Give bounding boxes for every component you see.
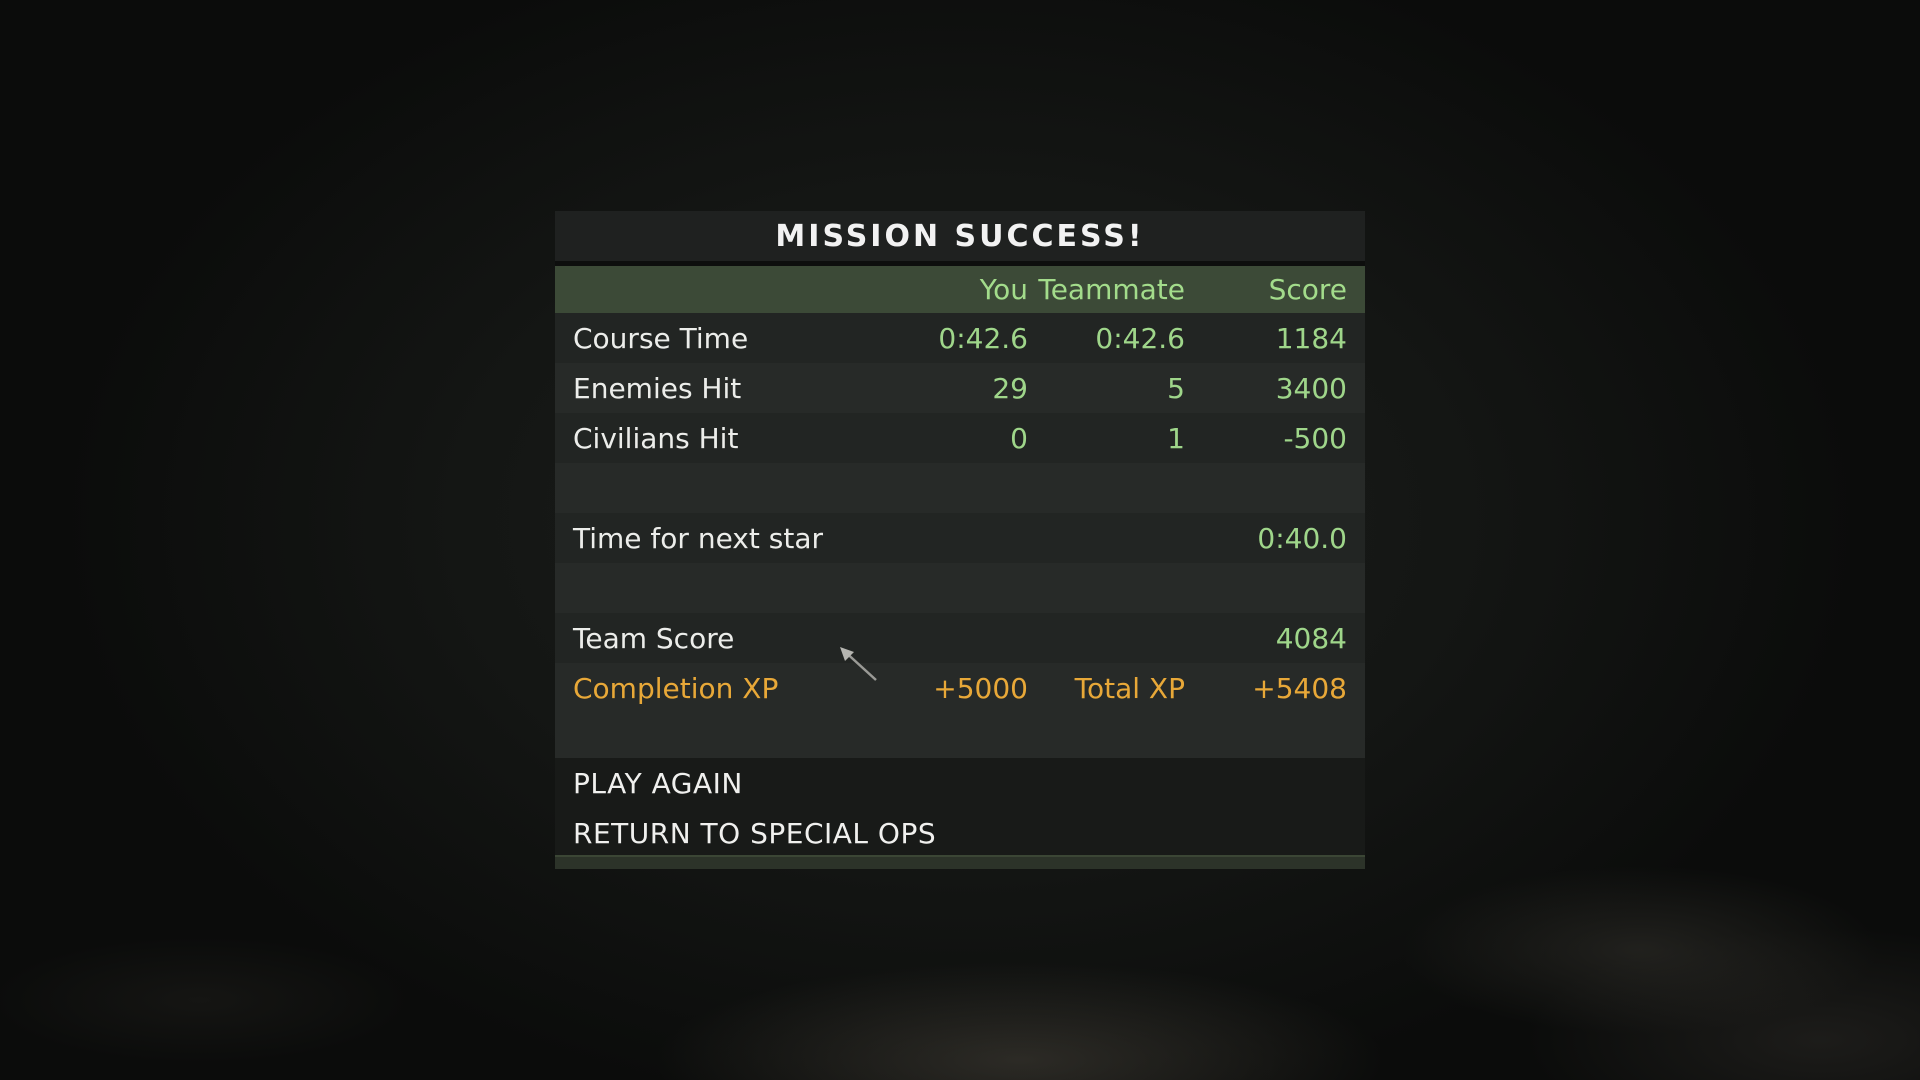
title-bar: MISSION SUCCESS! [555, 211, 1365, 266]
column-header-score: Score [1268, 273, 1347, 306]
completion-xp-label: Completion XP [573, 671, 779, 705]
return-to-special-ops-button[interactable]: RETURN TO SPECIAL OPS [555, 808, 1365, 858]
spacer-row [555, 463, 1365, 513]
dialog-title: MISSION SUCCESS! [775, 218, 1145, 254]
total-xp-label: Total XP [1074, 671, 1185, 705]
stat-value-you: 0 [1010, 421, 1028, 455]
stat-value-teammate: 0:42.6 [1095, 321, 1185, 355]
stat-row-course-time: Course Time 0:42.6 0:42.6 1184 [555, 313, 1365, 363]
play-again-button[interactable]: PLAY AGAIN [555, 758, 1365, 808]
stat-value-you: 0:42.6 [938, 321, 1028, 355]
next-star-value: 0:40.0 [1257, 521, 1347, 555]
team-score-value: 4084 [1275, 621, 1347, 655]
spacer-row [555, 563, 1365, 613]
stat-value-score: 3400 [1275, 371, 1347, 405]
column-header-teammate: Teammate [1038, 273, 1185, 306]
pointer-arrow-icon [840, 647, 877, 681]
return-to-special-ops-label: RETURN TO SPECIAL OPS [573, 816, 937, 850]
next-star-row: Time for next star 0:40.0 [555, 513, 1365, 563]
play-again-label: PLAY AGAIN [573, 766, 743, 800]
stat-label: Enemies Hit [573, 371, 742, 405]
stat-row-enemies-hit: Enemies Hit 29 5 3400 [555, 363, 1365, 413]
stat-row-civilians-hit: Civilians Hit 0 1 -500 [555, 413, 1365, 463]
mission-results-dialog: MISSION SUCCESS! You Teammate Score Cour… [555, 211, 1365, 869]
team-score-label: Team Score [573, 621, 735, 655]
stat-value-teammate: 1 [1167, 421, 1185, 455]
stat-label: Civilians Hit [573, 421, 739, 455]
xp-row: Completion XP +5000 Total XP +5408 [555, 663, 1365, 713]
completion-xp-value: +5000 [933, 671, 1028, 705]
stat-value-teammate: 5 [1167, 371, 1185, 405]
stat-value-score: 1184 [1275, 321, 1347, 355]
column-header-you: You [979, 273, 1028, 306]
stat-value-you: 29 [992, 371, 1028, 405]
dialog-bottom-strip [555, 855, 1365, 869]
spacer-row [555, 713, 1365, 763]
team-score-row: Team Score 4084 [555, 613, 1365, 663]
column-header-row: You Teammate Score [555, 266, 1365, 313]
stat-label: Course Time [573, 321, 749, 355]
total-xp-value: +5408 [1252, 671, 1347, 705]
stat-value-score: -500 [1283, 421, 1347, 455]
next-star-label: Time for next star [573, 521, 823, 555]
